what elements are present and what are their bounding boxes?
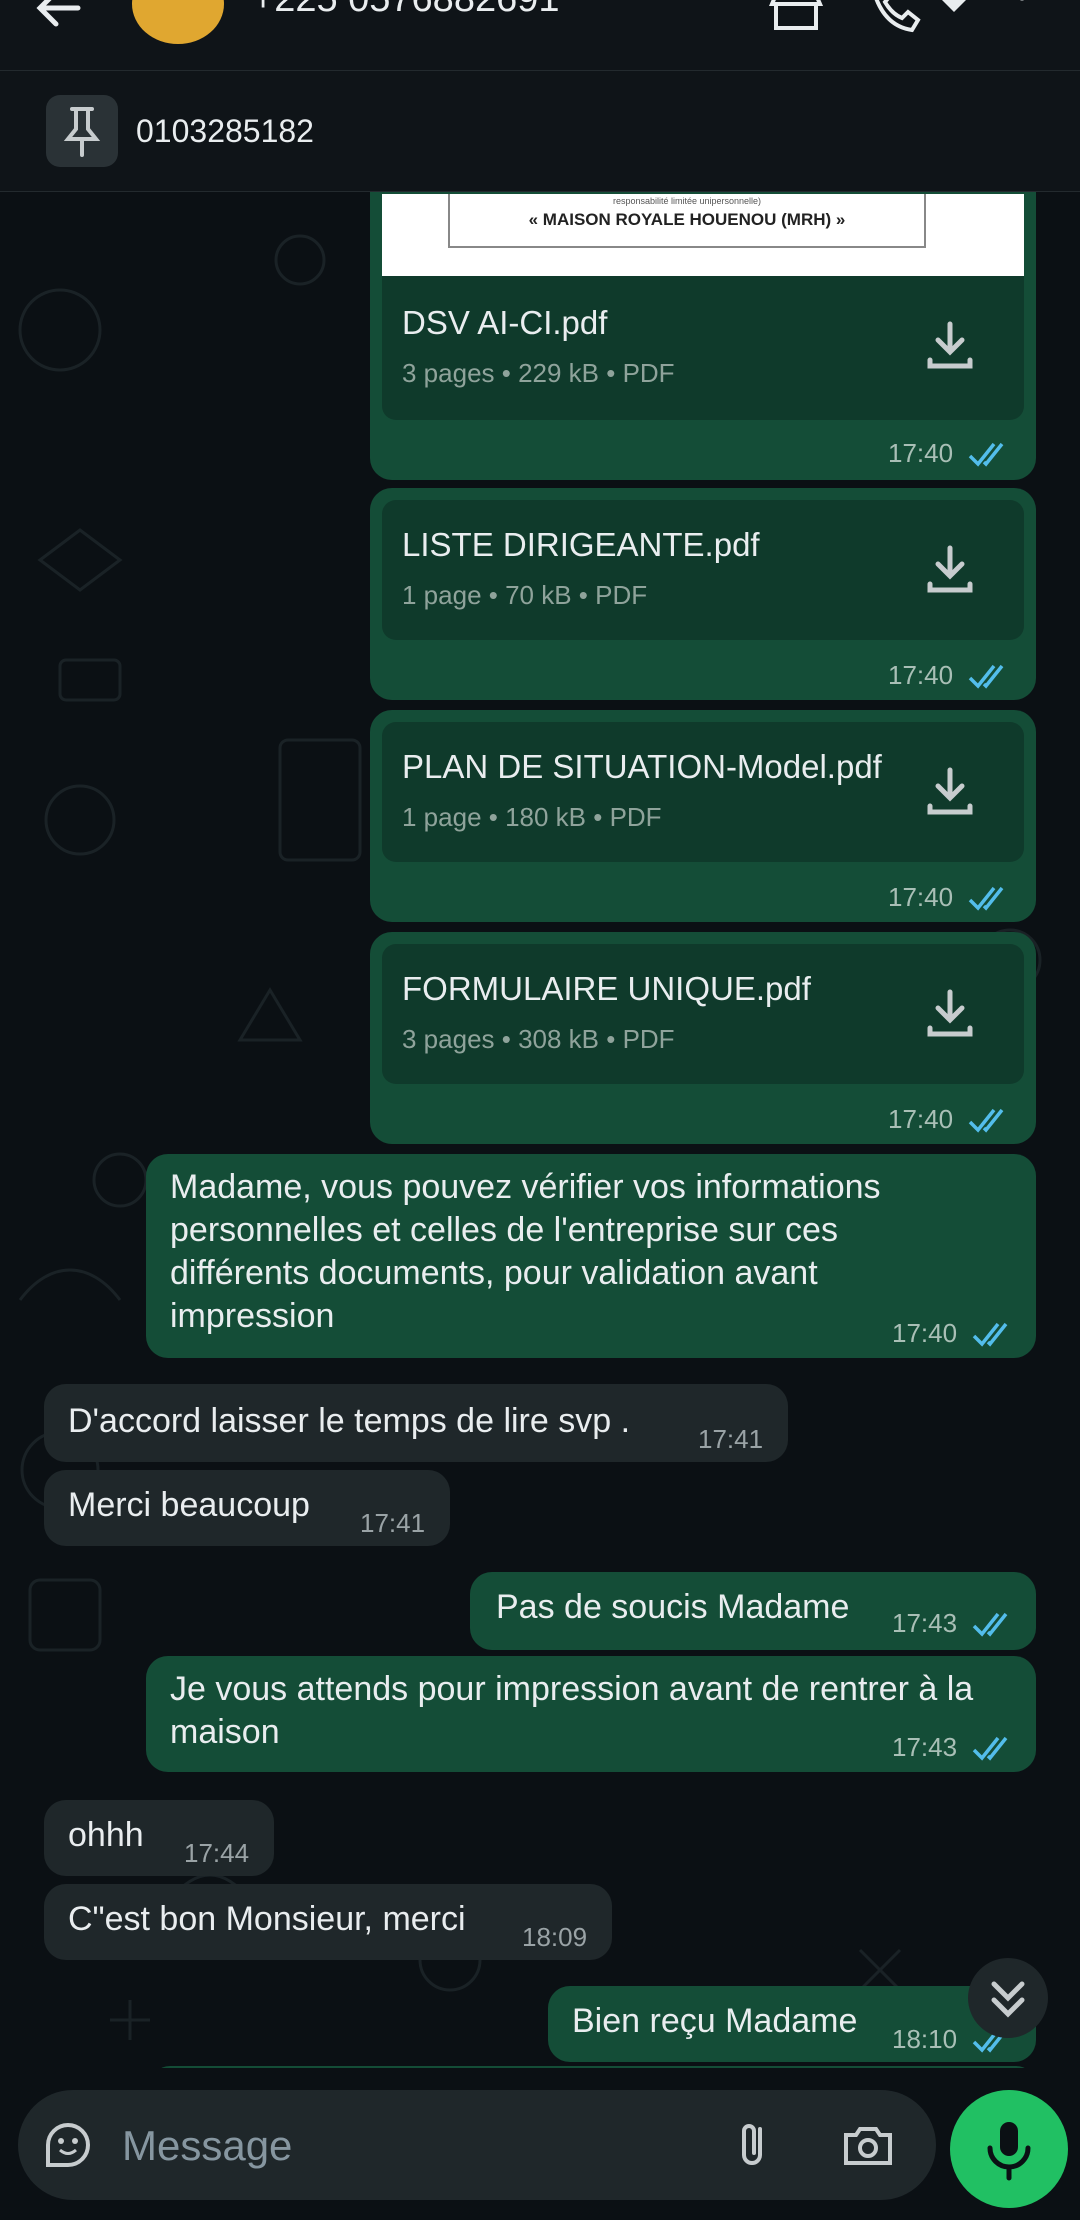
document-preview: responsabilité limitée unipersonnelle) «… — [382, 194, 1024, 276]
message-time: 17:41 — [360, 1508, 426, 1538]
document-card[interactable]: DSV AI-CI.pdf 3 pages • 229 kB • PDF — [382, 276, 1024, 420]
read-ticks-icon — [968, 886, 1004, 911]
download-icon[interactable] — [920, 984, 980, 1044]
message-time: 18:09 — [522, 1922, 588, 1952]
message-time: 17:43 — [892, 1732, 958, 1762]
outgoing-message[interactable]: Je vous attends pour impression avant de… — [146, 1656, 1036, 1772]
message-text: Je vous attends pour impression avant de… — [170, 1670, 974, 1751]
microphone-icon — [987, 2122, 1031, 2181]
message-text: Merci beaucoup — [68, 1486, 310, 1524]
chat-header: +225 0576882691 — [0, 0, 1080, 71]
pinned-message-bar[interactable]: 0103285182 — [0, 71, 1080, 192]
download-icon[interactable] — [920, 316, 980, 376]
read-ticks-icon — [972, 1322, 1008, 1347]
chevron-down-icon[interactable] — [934, 0, 974, 34]
document-meta: 3 pages • 229 kB • PDF — [402, 358, 675, 388]
read-ticks-icon — [972, 1612, 1008, 1637]
more-options-icon[interactable] — [1004, 0, 1040, 34]
read-ticks-icon — [968, 664, 1004, 689]
document-meta: 1 page • 180 kB • PDF — [402, 802, 662, 832]
contact-avatar[interactable] — [132, 0, 224, 44]
attach-icon[interactable] — [724, 2115, 784, 2175]
message-time: 17:41 — [698, 1424, 764, 1454]
preview-heading: « MAISON ROYALE HOUENOU (MRH) » — [528, 210, 846, 229]
incoming-message[interactable]: D'accord laisser le temps de lire svp . … — [44, 1384, 788, 1462]
read-ticks-icon — [968, 442, 1004, 467]
outgoing-message[interactable]: Madame, vous pouvez vérifier vos informa… — [146, 1154, 1036, 1358]
message-text: D'accord laisser le temps de lire svp . — [68, 1402, 631, 1440]
message-input[interactable]: Message — [18, 2090, 936, 2200]
document-name: PLAN DE SITUATION-Model.pdf — [402, 748, 882, 785]
message-text: C"est bon Monsieur, merci — [68, 1900, 466, 1938]
store-icon[interactable] — [768, 0, 824, 34]
message-text: Pas de soucis Madame — [496, 1588, 850, 1626]
document-name: DSV AI-CI.pdf — [402, 304, 608, 341]
read-ticks-icon — [968, 1108, 1004, 1133]
outgoing-message[interactable]: Bien reçu Madame 18:10 — [548, 1986, 1036, 2062]
document-message[interactable]: FORMULAIRE UNIQUE.pdf 3 pages • 308 kB •… — [370, 932, 1036, 1144]
message-time: 17:40 — [888, 438, 954, 468]
download-icon[interactable] — [920, 762, 980, 822]
back-arrow-icon[interactable] — [28, 0, 88, 38]
voice-record-button[interactable] — [950, 2090, 1068, 2208]
document-name: FORMULAIRE UNIQUE.pdf — [402, 970, 811, 1007]
download-icon[interactable] — [920, 540, 980, 600]
incoming-message[interactable]: ohhh 17:44 — [44, 1800, 274, 1876]
scroll-to-bottom-button[interactable] — [968, 1958, 1048, 2038]
message-text: Madame, vous pouvez vérifier vos informa… — [170, 1168, 881, 1335]
message-text: ohhh — [68, 1816, 144, 1854]
message-time: 17:44 — [184, 1838, 250, 1868]
message-time: 17:40 — [888, 1104, 954, 1134]
document-message[interactable]: responsabilité limitée unipersonnelle) «… — [370, 150, 1036, 480]
document-card[interactable]: PLAN DE SITUATION-Model.pdf 1 page • 180… — [382, 722, 1024, 862]
message-time: 17:43 — [892, 1608, 958, 1638]
call-icon[interactable] — [868, 0, 924, 34]
message-text: Bien reçu Madame — [572, 2002, 858, 2040]
incoming-message[interactable]: Merci beaucoup 17:41 — [44, 1470, 450, 1546]
preview-caption: responsabilité limitée unipersonnelle) — [612, 196, 762, 206]
document-meta: 1 page • 70 kB • PDF — [402, 580, 648, 610]
document-card[interactable]: FORMULAIRE UNIQUE.pdf 3 pages • 308 kB •… — [382, 944, 1024, 1084]
pinned-text: 0103285182 — [136, 113, 314, 149]
document-message[interactable]: PLAN DE SITUATION-Model.pdf 1 page • 180… — [370, 710, 1036, 922]
sticker-icon[interactable] — [38, 2115, 98, 2175]
message-time: 17:40 — [888, 882, 954, 912]
compose-bar: Message — [0, 2068, 1080, 2220]
outgoing-message[interactable]: Pas de soucis Madame 17:43 — [470, 1572, 1036, 1650]
pin-icon — [46, 95, 118, 167]
document-card[interactable]: LISTE DIRIGEANTE.pdf 1 page • 70 kB • PD… — [382, 500, 1024, 640]
incoming-message[interactable]: C"est bon Monsieur, merci 18:09 — [44, 1884, 612, 1960]
document-message[interactable]: LISTE DIRIGEANTE.pdf 1 page • 70 kB • PD… — [370, 488, 1036, 700]
contact-name[interactable]: +225 0576882691 — [252, 0, 560, 21]
camera-icon[interactable] — [838, 2115, 898, 2175]
read-ticks-icon — [972, 1736, 1008, 1761]
document-name: LISTE DIRIGEANTE.pdf — [402, 526, 760, 563]
message-time: 17:40 — [888, 660, 954, 690]
double-chevron-down-icon — [991, 1981, 1025, 2018]
message-time: 18:10 — [892, 2024, 958, 2054]
message-placeholder: Message — [122, 2122, 293, 2169]
document-meta: 3 pages • 308 kB • PDF — [402, 1024, 675, 1054]
message-time: 17:40 — [892, 1318, 958, 1348]
